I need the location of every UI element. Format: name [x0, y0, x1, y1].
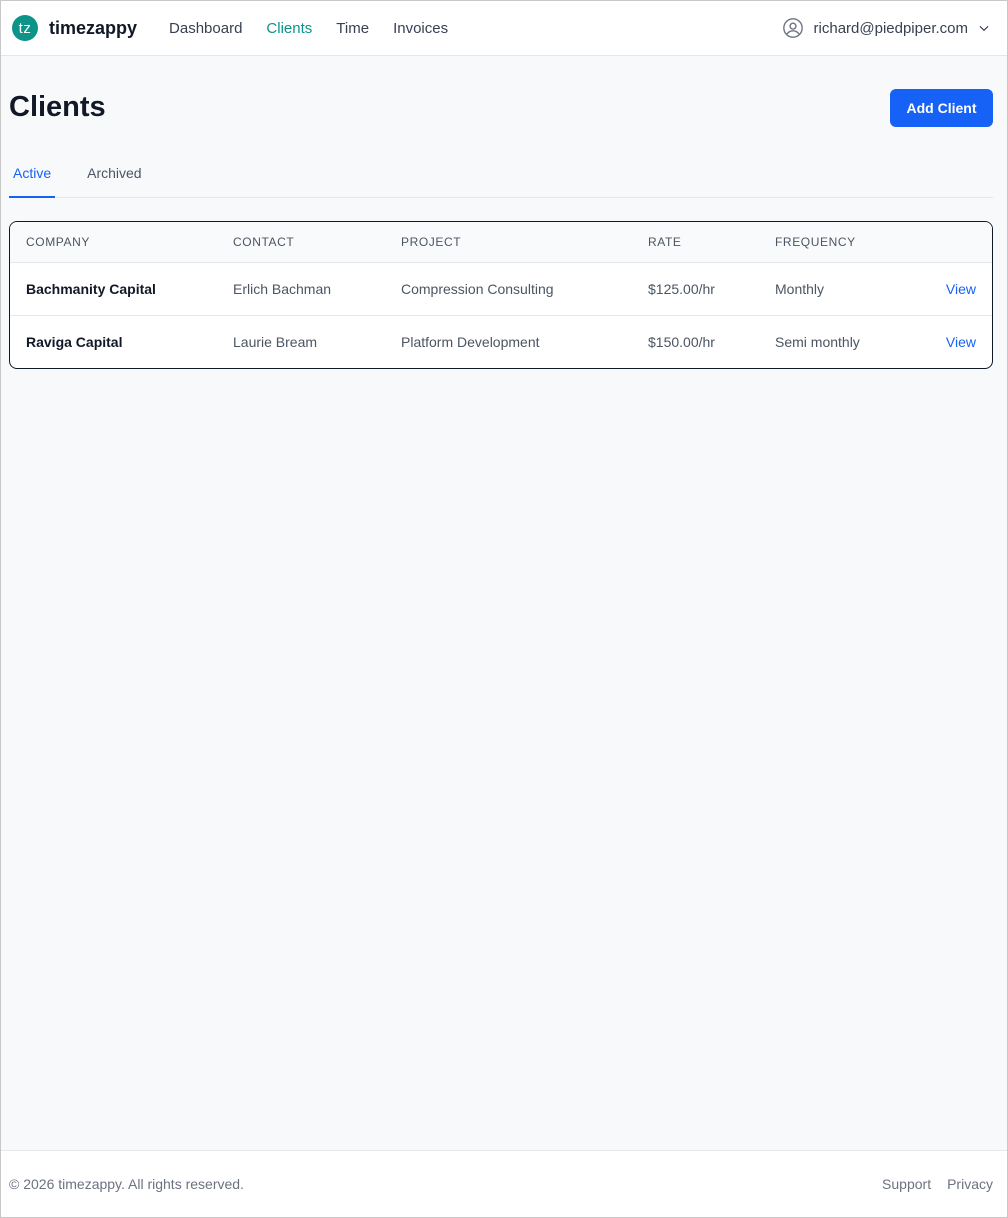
- cell-company: Bachmanity Capital: [10, 262, 233, 316]
- cell-rate: $125.00/hr: [648, 262, 775, 316]
- column-header-company: COMPANY: [10, 222, 233, 263]
- nav-item-time[interactable]: Time: [336, 20, 369, 37]
- user-circle-icon: [782, 18, 803, 38]
- page-footer: © 2026 timezappy. All rights reserved. S…: [1, 1150, 1007, 1217]
- column-header-actions: [925, 222, 992, 263]
- footer-link-support[interactable]: Support: [882, 1176, 931, 1192]
- copyright-text: © 2026 timezappy. All rights reserved.: [9, 1176, 244, 1192]
- cell-actions: View: [925, 262, 992, 316]
- nav-item-invoices[interactable]: Invoices: [393, 20, 448, 37]
- column-header-frequency: FREQUENCY: [775, 222, 925, 263]
- cell-contact: Erlich Bachman: [233, 262, 401, 316]
- cell-frequency: Semi monthly: [775, 334, 860, 350]
- cell-frequency: Monthly: [775, 262, 925, 316]
- top-nav-bar: tz timezappy Dashboard Clients Time Invo…: [1, 1, 1007, 56]
- cell-project: Compression Consulting: [401, 262, 648, 316]
- column-header-project: PROJECT: [401, 222, 648, 263]
- column-header-contact: CONTACT: [233, 222, 401, 263]
- nav-item-dashboard[interactable]: Dashboard: [169, 20, 242, 37]
- cell-contact: Laurie Bream: [233, 334, 318, 350]
- footer-links: Support Privacy: [866, 1176, 993, 1192]
- client-tabs: Active Archived: [9, 153, 993, 198]
- table-row: Bachmanity Capital Erlich Bachman Compre…: [10, 262, 992, 316]
- table-header-row: COMPANY CONTACT PROJECT RATE FREQUENCY: [10, 222, 992, 263]
- view-link[interactable]: View: [946, 281, 976, 297]
- cell-rate: $150.00/hr: [648, 334, 715, 350]
- brand-logo[interactable]: tz timezappy: [12, 15, 137, 41]
- view-link[interactable]: View: [946, 334, 976, 350]
- cell-actions: View: [925, 316, 992, 369]
- chevron-down-icon: [979, 25, 989, 32]
- cell-company: Raviga Capital: [26, 334, 123, 350]
- cell-project: Platform Development: [401, 334, 540, 350]
- brand-name: timezappy: [49, 17, 138, 38]
- main-nav: Dashboard Clients Time Invoices: [169, 20, 472, 37]
- footer-link-privacy[interactable]: Privacy: [947, 1176, 993, 1192]
- user-menu[interactable]: richard@piedpiper.com: [782, 17, 991, 39]
- page-header: Clients Add Client: [9, 89, 993, 129]
- add-client-button[interactable]: Add Client: [890, 89, 993, 127]
- brand-mark: tz: [12, 15, 38, 41]
- clients-table: COMPANY CONTACT PROJECT RATE FREQUENCY B…: [9, 221, 993, 369]
- user-email: richard@piedpiper.com: [813, 19, 968, 37]
- tab-archived[interactable]: Archived: [83, 153, 145, 198]
- tab-active[interactable]: Active: [9, 153, 56, 198]
- page-title: Clients: [9, 91, 106, 123]
- nav-item-clients[interactable]: Clients: [266, 20, 312, 37]
- column-header-rate: RATE: [648, 222, 775, 263]
- table-row: Raviga Capital Laurie Bream Platform Dev…: [10, 316, 992, 369]
